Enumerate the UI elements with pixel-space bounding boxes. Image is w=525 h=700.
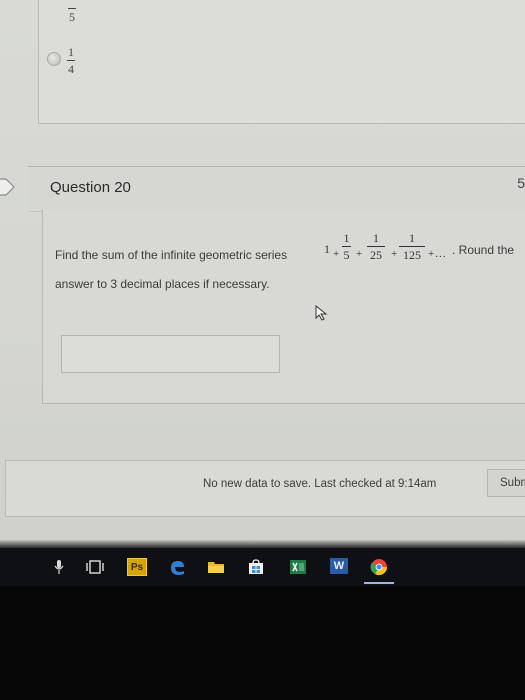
chrome-icon[interactable] [370,558,388,576]
series-ellipsis: +... [428,248,447,260]
submit-button[interactable]: Subm [487,469,525,497]
question-text-line2: answer to 3 decimal places if necessary. [55,277,270,291]
monitor-bezel [0,586,525,700]
excel-icon[interactable] [289,558,307,576]
series-term: 1 5 [342,231,351,262]
save-status-text: No new data to save. Last checked at 9:1… [203,478,437,490]
question-text-end: . Round the [452,243,515,257]
mouse-cursor-icon [315,305,328,321]
option-fraction: 1 4 [67,45,75,76]
series-plus: + [356,248,363,260]
screen-edge [0,540,525,548]
series-term: 1 125 [399,232,425,261]
question-indicator-icon [0,178,15,196]
task-view-icon[interactable] [86,558,104,576]
series-plus: + [333,248,340,260]
save-status-bar: No new data to save. Last checked at 9:1… [5,460,525,517]
question-points: 5 [517,175,525,191]
taskbar: Ps W [0,548,525,586]
microphone-icon[interactable] [50,558,68,576]
store-icon[interactable] [247,558,265,576]
series-plus: + [391,248,398,260]
series-term: 1 25 [367,232,385,261]
question-text-start: Find the sum of the infinite geometric s… [55,248,288,262]
previous-fraction: 5 [68,8,76,24]
active-app-indicator [364,582,394,584]
file-explorer-icon[interactable] [207,558,225,576]
question-header: Question 20 5 [28,166,525,212]
question-title: Question 20 [50,179,131,196]
previous-question-card: 5 1 4 [38,0,525,124]
word-icon[interactable]: W [330,558,348,574]
option-radio[interactable] [47,52,61,66]
edge-icon[interactable] [168,558,186,576]
photoshop-icon[interactable]: Ps [127,558,147,576]
answer-input[interactable] [61,335,280,373]
series-lead: 1 [324,242,330,256]
question-body: Find the sum of the infinite geometric s… [42,210,525,404]
